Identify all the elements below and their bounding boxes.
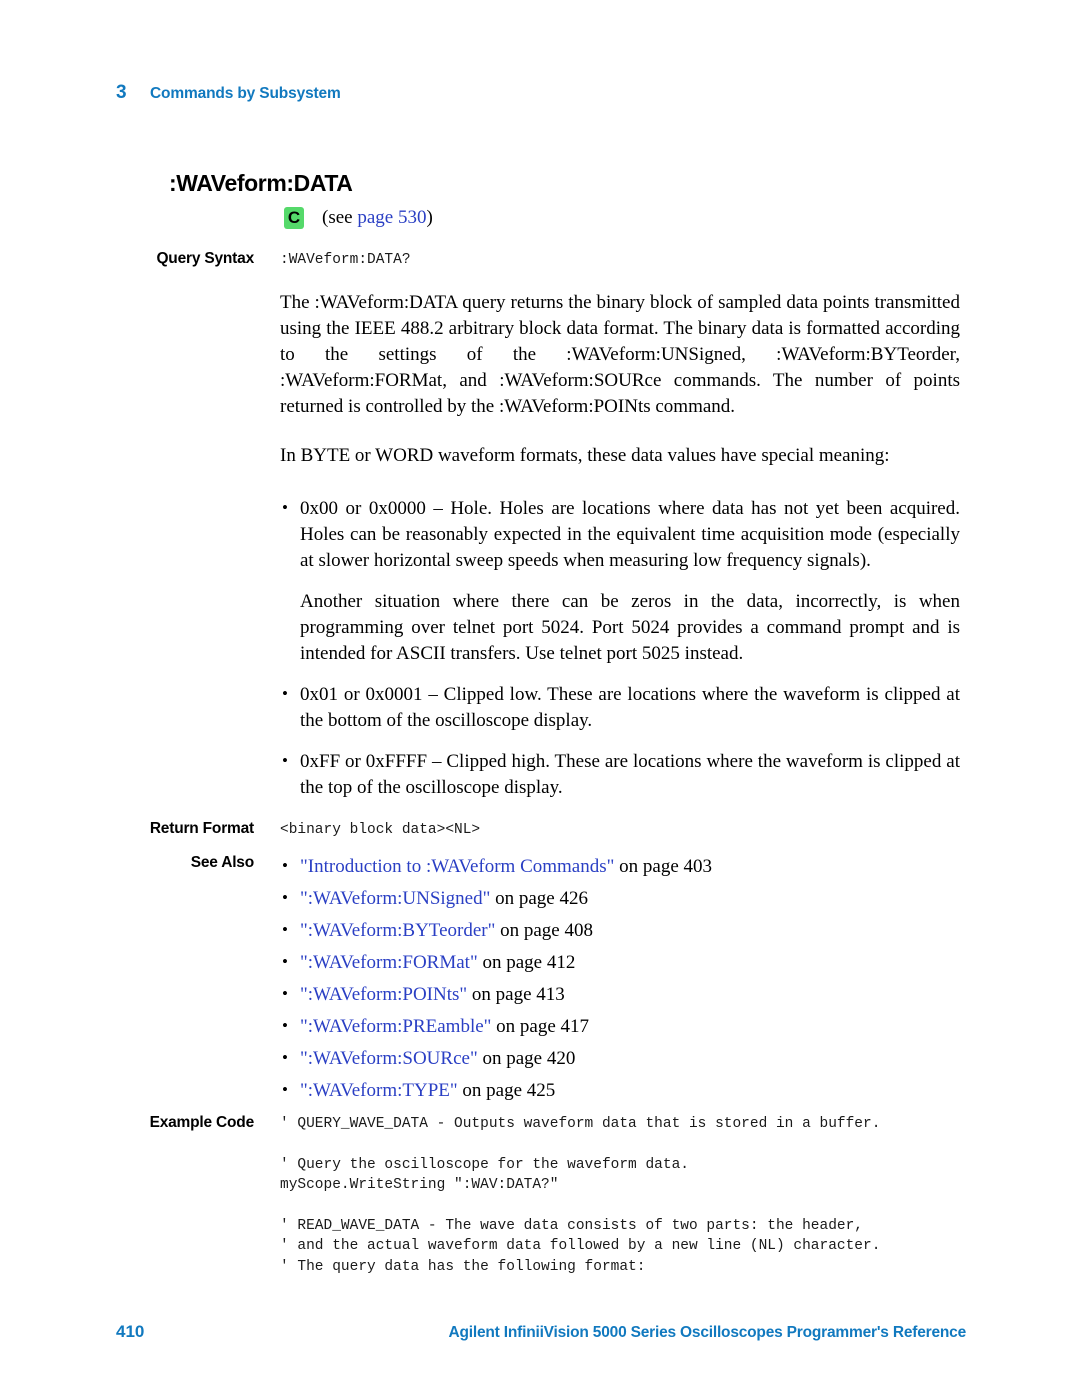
chapter-number: 3 <box>116 82 127 103</box>
see-also-link[interactable]: "Introduction to :WAVeform Commands" <box>300 856 614 877</box>
list-item: ":WAVeform:UNSigned" on page 426 <box>280 885 1040 912</box>
see-also-page: on page 413 <box>467 984 565 1005</box>
see-also-page: on page 425 <box>457 1080 556 1101</box>
chapter-title: Commands by Subsystem <box>150 85 341 102</box>
footer-page-number: 410 <box>116 1322 145 1341</box>
see-suffix-text: ) <box>426 207 433 228</box>
see-also-page: on page 426 <box>490 888 588 909</box>
see-also-link[interactable]: ":WAVeform:FORMat" <box>300 952 478 973</box>
list-item: "Introduction to :WAVeform Commands" on … <box>280 853 1040 880</box>
see-also-page: on page 408 <box>495 920 593 941</box>
see-also-link[interactable]: ":WAVeform:TYPE" <box>300 1080 458 1101</box>
bullet-text-hole: 0x00 or 0x0000 – Hole. Holes are locatio… <box>300 498 960 571</box>
see-also-page: on page 420 <box>477 1048 576 1069</box>
code-spacer <box>280 1135 1040 1155</box>
example-code-label: Example Code <box>149 1114 255 1131</box>
return-format-value: <binary block data><NL> <box>280 822 481 838</box>
see-also-page: on page 417 <box>491 1016 590 1037</box>
query-syntax-section: Query Syntax :WAVeform:DATA? <box>0 250 1080 271</box>
return-format-label: Return Format <box>149 820 254 837</box>
command-badge-row: C (see page 530) <box>284 207 433 229</box>
see-also-link[interactable]: ":WAVeform:PREamble" <box>300 1016 491 1037</box>
see-also-page: on page 412 <box>477 952 576 973</box>
list-item: ":WAVeform:POINts" on page 413 <box>280 981 1040 1008</box>
query-syntax-label: Query Syntax <box>156 250 254 267</box>
example-code-block-3: ' READ_WAVE_DATA - The wave data consist… <box>280 1217 881 1275</box>
code-spacer <box>280 1196 1040 1216</box>
page-footer: 410 Agilent InfiniiVision 5000 Series Os… <box>116 1322 966 1342</box>
see-also-link[interactable]: ":WAVeform:SOURce" <box>300 1048 478 1069</box>
see-also-link[interactable]: ":WAVeform:BYTeorder" <box>300 920 495 941</box>
list-item: 0x00 or 0x0000 – Hole. Holes are locatio… <box>280 495 960 667</box>
footer-book-title: Agilent InfiniiVision 5000 Series Oscill… <box>448 1324 967 1341</box>
page-title: :WAVeform:DATA <box>169 170 353 196</box>
description-paragraph-1: The :WAVeform:DATA query returns the bin… <box>280 292 960 417</box>
list-item: 0x01 or 0x0001 – Clipped low. These are … <box>280 681 960 734</box>
see-also-page: on page 403 <box>614 856 713 877</box>
special-values-list: 0x00 or 0x0000 – Hole. Holes are locatio… <box>0 495 1080 816</box>
return-format-section: Return Format <binary block data><NL> <box>0 820 1080 841</box>
bullet-list: 0x00 or 0x0000 – Hole. Holes are locatio… <box>280 495 960 801</box>
list-item: ":WAVeform:TYPE" on page 425 <box>280 1077 1040 1104</box>
list-item: ":WAVeform:SOURce" on page 420 <box>280 1045 1040 1072</box>
capability-c-icon: C <box>284 207 304 229</box>
see-also-link[interactable]: ":WAVeform:POINts" <box>300 984 467 1005</box>
list-item: ":WAVeform:PREamble" on page 417 <box>280 1013 1040 1040</box>
list-item: 0xFF or 0xFFFF – Clipped high. These are… <box>280 748 960 801</box>
example-code-block-2: ' Query the oscilloscope for the wavefor… <box>280 1156 689 1194</box>
query-syntax-value: :WAVeform:DATA? <box>280 252 411 268</box>
special-values-section: In BYTE or WORD waveform formats, these … <box>0 443 1080 469</box>
see-page-link[interactable]: page 530 <box>357 207 426 228</box>
list-item: ":WAVeform:FORMat" on page 412 <box>280 949 1040 976</box>
list-item: ":WAVeform:BYTeorder" on page 408 <box>280 917 1040 944</box>
see-also-link[interactable]: ":WAVeform:UNSigned" <box>300 888 490 909</box>
example-code-block-1: ' QUERY_WAVE_DATA - Outputs waveform dat… <box>280 1116 881 1132</box>
see-prefix-text: (see <box>322 207 358 228</box>
see-also-section: See Also "Introduction to :WAVeform Comm… <box>0 853 1080 1110</box>
description-section: The :WAVeform:DATA query returns the bin… <box>0 290 1080 420</box>
running-header: 3 Commands by Subsystem <box>116 82 341 104</box>
description-paragraph-2: In BYTE or WORD waveform formats, these … <box>280 445 890 466</box>
see-also-label: See Also <box>190 854 255 871</box>
bullet-subparagraph-telnet: Another situation where there can be zer… <box>300 591 960 664</box>
see-also-list: "Introduction to :WAVeform Commands" on … <box>280 853 1040 1104</box>
example-code-section: Example Code ' QUERY_WAVE_DATA - Outputs… <box>0 1114 1080 1277</box>
see-page-reference: (see page 530) <box>322 207 433 229</box>
